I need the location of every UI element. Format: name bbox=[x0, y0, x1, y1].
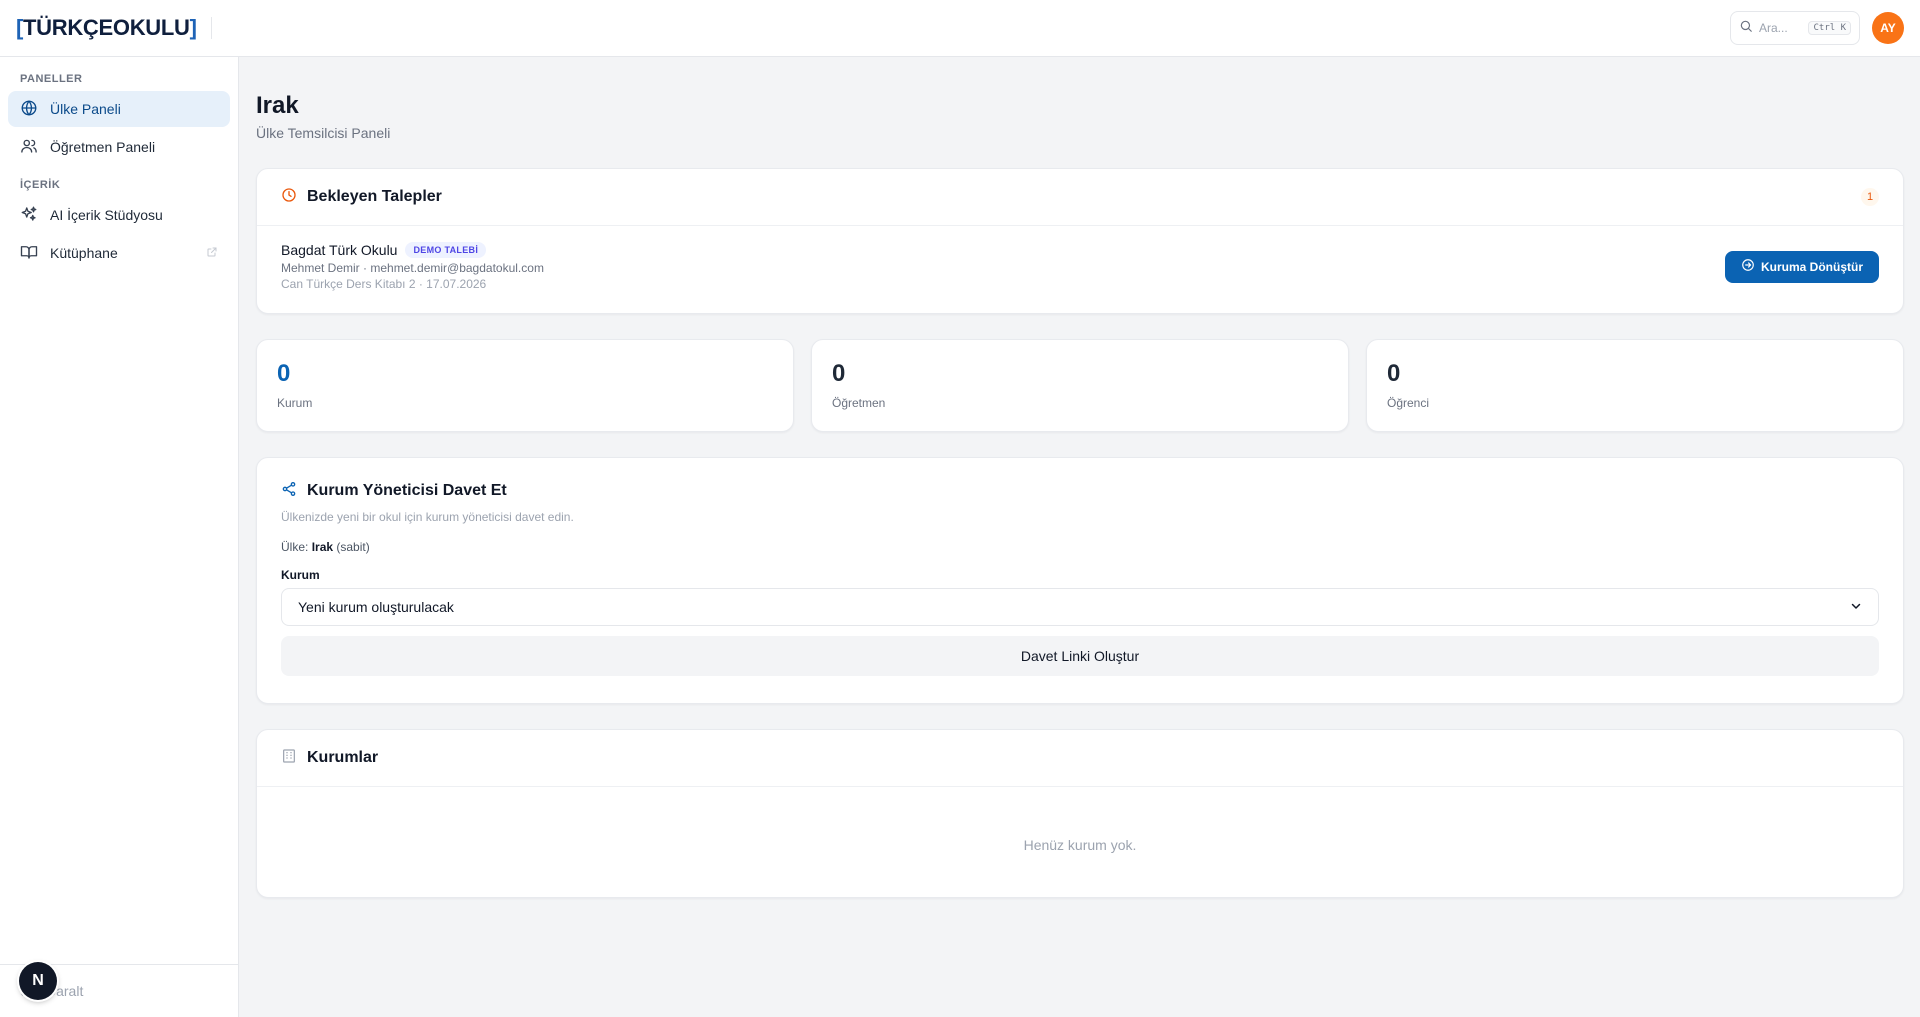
request-info: Bagdat Türk Okulu DEMO TALEBİ Mehmet Dem… bbox=[281, 242, 1725, 291]
search-shortcut: Ctrl K bbox=[1808, 21, 1851, 35]
sidebar-item-label: Öğretmen Paneli bbox=[50, 139, 156, 155]
top-header: [TÜRKÇEOKULU] Ara... Ctrl K AY bbox=[0, 0, 1920, 57]
create-invite-link-button[interactable]: Davet Linki Oluştur bbox=[281, 636, 1879, 676]
user-avatar[interactable]: AY bbox=[1872, 12, 1904, 44]
logo-text: TÜRKÇEOKULU bbox=[23, 15, 190, 40]
book-icon bbox=[20, 243, 38, 264]
arrow-circle-icon bbox=[1741, 258, 1755, 275]
framework-badge[interactable]: N bbox=[19, 962, 57, 1000]
sidebar-item-library[interactable]: Kütüphane bbox=[8, 235, 230, 271]
stat-value: 0 bbox=[1387, 360, 1401, 387]
stat-card-students: 0 Öğrenci bbox=[1366, 339, 1904, 432]
stat-label: Öğrenci bbox=[1387, 396, 1430, 410]
main-content: Irak Ülke Temsilcisi Paneli Bekleyen Tal… bbox=[240, 57, 1920, 935]
request-school-name: Bagdat Türk Okulu bbox=[281, 242, 398, 258]
country-prefix: Ülke: bbox=[281, 540, 309, 554]
country-name: Irak bbox=[311, 540, 334, 554]
page-subtitle: Ülke Temsilcisi Paneli bbox=[256, 125, 391, 141]
globe-icon bbox=[20, 99, 38, 120]
logo[interactable]: [TÜRKÇEOKULU] bbox=[16, 15, 197, 41]
country-line: Ülke: Irak (sabit) bbox=[257, 540, 1903, 554]
sidebar-section-panels: PANELLER bbox=[20, 73, 83, 85]
clock-icon bbox=[281, 187, 297, 208]
sidebar-section-content: İÇERİK bbox=[20, 179, 61, 191]
request-detail: Can Türkçe Ders Kitabı 2 · 17.07.2026 bbox=[281, 277, 487, 291]
institutions-header: Kurumlar bbox=[257, 730, 1903, 786]
sidebar-item-label: Kütüphane bbox=[50, 245, 118, 261]
request-name-line: Bagdat Türk Okulu DEMO TALEBİ bbox=[281, 242, 1725, 258]
invite-header: Kurum Yöneticisi Davet Et bbox=[257, 458, 1903, 518]
request-item: Bagdat Türk Okulu DEMO TALEBİ Mehmet Dem… bbox=[257, 226, 1903, 307]
stat-card-institutions: 0 Kurum bbox=[256, 339, 794, 432]
institution-select[interactable]: Yeni kurum oluşturulacak bbox=[281, 588, 1879, 626]
logo-area: [TÜRKÇEOKULU] bbox=[16, 0, 212, 56]
sidebar-item-label: AI İçerik Stüdyosu bbox=[50, 207, 163, 223]
request-contact: Mehmet Demir · mehmet.demir@bagdatokul.c… bbox=[281, 261, 544, 275]
sidebar: PANELLER Ülke Paneli Öğretmen Paneli İÇE… bbox=[0, 57, 239, 1017]
institutions-card: Kurumlar Henüz kurum yok. bbox=[256, 729, 1904, 898]
search-placeholder: Ara... bbox=[1759, 21, 1788, 35]
invite-description: Ülkenizde yeni bir okul için kurum yönet… bbox=[281, 510, 574, 524]
logo-left-bracket: [ bbox=[16, 15, 24, 40]
sparkles-icon bbox=[20, 205, 38, 226]
header-right: Ara... Ctrl K AY bbox=[1730, 11, 1904, 45]
pending-count-badge: 1 bbox=[1861, 188, 1879, 206]
logo-right-bracket: ] bbox=[189, 15, 197, 40]
stat-label: Öğretmen bbox=[832, 396, 886, 410]
stat-label: Kurum bbox=[277, 396, 313, 410]
sidebar-item-teacher-panel[interactable]: Öğretmen Paneli bbox=[8, 129, 230, 165]
stat-value: 0 bbox=[277, 360, 291, 387]
demo-request-badge: DEMO TALEBİ bbox=[405, 242, 487, 258]
invite-title: Kurum Yöneticisi Davet Et bbox=[307, 482, 507, 499]
header-divider bbox=[210, 17, 212, 39]
institutions-empty-state: Henüz kurum yok. bbox=[1023, 837, 1137, 853]
external-link-icon bbox=[206, 245, 218, 261]
page-title: Irak bbox=[256, 92, 299, 119]
users-icon bbox=[20, 137, 38, 158]
sidebar-item-ai-studio[interactable]: AI İçerik Stüdyosu bbox=[8, 197, 230, 233]
stat-card-teachers: 0 Öğretmen bbox=[811, 339, 1349, 432]
institution-select-value: Yeni kurum oluşturulacak bbox=[298, 599, 454, 615]
search-icon bbox=[1739, 19, 1753, 38]
country-suffix: (sabit) bbox=[336, 540, 370, 554]
pending-requests-header: Bekleyen Talepler 1 bbox=[257, 169, 1903, 225]
stat-value: 0 bbox=[832, 360, 846, 387]
share-icon bbox=[281, 481, 297, 502]
institutions-title: Kurumlar bbox=[307, 749, 379, 766]
search-button[interactable]: Ara... Ctrl K bbox=[1730, 11, 1860, 45]
institution-field-label: Kurum bbox=[281, 568, 320, 582]
pending-requests-title: Bekleyen Talepler bbox=[307, 188, 442, 205]
sidebar-item-country-panel[interactable]: Ülke Paneli bbox=[8, 91, 230, 127]
sidebar-item-label: Ülke Paneli bbox=[50, 101, 121, 117]
card-divider bbox=[257, 786, 1903, 787]
convert-button-label: Kuruma Dönüştür bbox=[1761, 259, 1863, 274]
building-icon bbox=[281, 748, 297, 769]
pending-requests-card: Bekleyen Talepler 1 Bagdat Türk Okulu DE… bbox=[256, 168, 1904, 314]
convert-to-institution-button[interactable]: Kuruma Dönüştür bbox=[1725, 250, 1879, 283]
invite-manager-card: Kurum Yöneticisi Davet Et Ülkenizde yeni… bbox=[256, 457, 1904, 704]
chevron-down-icon bbox=[1850, 599, 1862, 615]
